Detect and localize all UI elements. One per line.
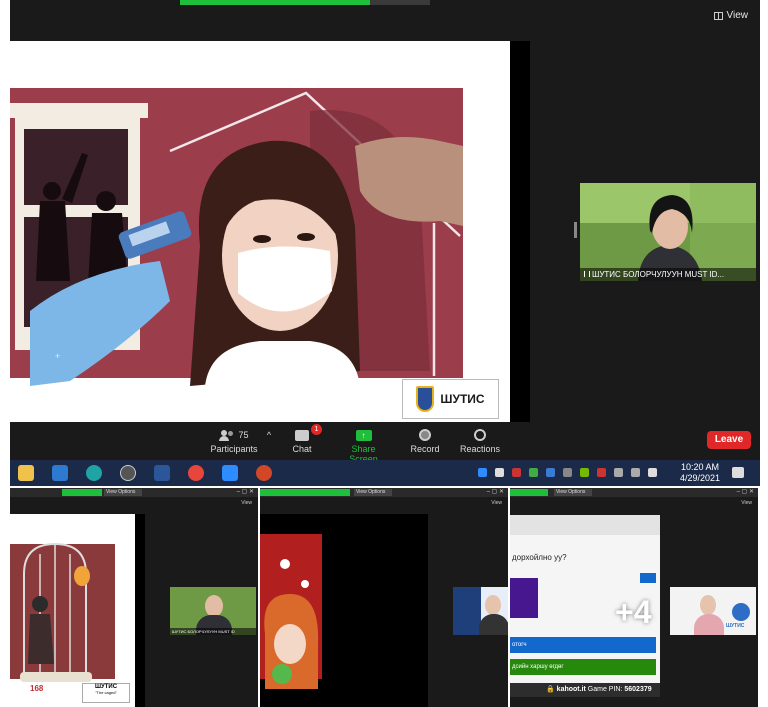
nvidia-icon[interactable] [580, 468, 589, 477]
bluetooth-icon[interactable] [546, 468, 555, 477]
leave-button[interactable]: Leave [707, 431, 751, 449]
signal-bars-icon [584, 271, 590, 277]
chat-button[interactable]: 1 Chat [288, 424, 322, 454]
word-icon[interactable] [154, 465, 170, 481]
thumb-speaker-video: ШУТИС БОЛОРЧУЛУУН MUST ID [170, 587, 256, 635]
chat-icon [295, 429, 309, 441]
powerpoint-icon[interactable] [256, 465, 272, 481]
thumb-logo: ШУТИС "The caged" [82, 683, 130, 703]
window-controls: – ▢ ✕ [736, 489, 754, 495]
star-logo-icon [732, 603, 750, 621]
smiley-plus-icon [474, 429, 486, 441]
window-controls: – ▢ ✕ [486, 489, 504, 495]
lock-icon: 🔒 [546, 686, 555, 693]
reactions-button[interactable]: Reactions [460, 426, 500, 454]
chevron-up-icon: ^ [266, 430, 272, 440]
battery-icon[interactable] [631, 468, 640, 477]
thumb-slide [260, 514, 428, 707]
zoom-icon[interactable] [222, 465, 238, 481]
file-explorer-icon[interactable] [18, 465, 34, 481]
view-button[interactable]: View [713, 10, 748, 21]
window-controls: – ▢ ✕ [236, 489, 254, 495]
grid-view-icon [713, 11, 723, 20]
meeting-toolbar: 75 Participants ^ 1 Chat ↑ Share Screen … [10, 422, 760, 464]
wifi-icon[interactable] [648, 468, 657, 477]
speaker-video[interactable]: ШУТИС БОЛОРЧУЛУУН MUST ID... [580, 183, 756, 281]
thumbnail-screenshot-2: View Options – ▢ ✕ View [260, 488, 508, 707]
thumb-topbar: View Options – ▢ ✕ [260, 488, 508, 497]
chrome-icon[interactable] [188, 465, 204, 481]
edge-browser-icon[interactable] [86, 465, 102, 481]
thumb-speaker-video: ШУТИС [670, 587, 756, 635]
record-button[interactable]: Record [408, 426, 442, 454]
tray-security-icon[interactable] [529, 468, 538, 477]
share-banner[interactable] [180, 0, 430, 5]
shield-logo-icon [416, 386, 435, 412]
tray-app-icon[interactable] [512, 468, 521, 477]
share-screen-button[interactable]: ↑ Share Screen [336, 426, 391, 464]
tray-alert-icon[interactable] [597, 468, 606, 477]
caged-illustration [10, 542, 115, 682]
mail-icon[interactable] [52, 465, 68, 481]
volume-icon[interactable] [614, 468, 623, 477]
tray-mic-icon[interactable] [495, 468, 504, 477]
virus-illustration [260, 534, 322, 689]
kahoot-answer-1[interactable]: отогч [510, 637, 656, 653]
participants-button[interactable]: 75 Participants [204, 426, 264, 454]
svg-text:+: + [55, 351, 60, 361]
kahoot-answer-2[interactable]: дсийн харшу өгдөг [510, 659, 656, 675]
thumb-topbar: View Options – ▢ ✕ [510, 488, 758, 497]
more-images-indicator[interactable]: +4 [615, 594, 651, 631]
participants-menu-caret[interactable]: ^ [263, 430, 275, 440]
dell-icon[interactable] [120, 465, 136, 481]
thumbnail-screenshot-1: View Options – ▢ ✕ View 168 ШУТИС "The c… [10, 488, 258, 707]
thumb-slide: 168 [10, 514, 135, 707]
speaker-name-tag: ШУТИС БОЛОРЧУЛУУН MUST ID... [580, 268, 756, 281]
slide-black-edge [510, 41, 530, 422]
university-logo: ШУТИС [402, 379, 499, 419]
shared-slide: + ШУТИС [10, 41, 530, 422]
taskbar-clock[interactable]: 10:20 AM 4/29/2021 [680, 462, 720, 484]
windows-taskbar: 10:20 AM 4/29/2021 [10, 460, 760, 486]
kahoot-media [510, 578, 538, 618]
speaker-illustration [580, 183, 756, 281]
chat-unread-badge: 1 [311, 424, 322, 435]
participants-icon [219, 429, 235, 441]
tray-settings-icon[interactable] [563, 468, 572, 477]
kahoot-pin-bar: 🔒 kahoot.it Game PIN: 5602379 [510, 683, 660, 697]
record-icon [419, 429, 431, 441]
slide-illustration: + [10, 41, 530, 422]
thumb-topbar: View Options – ▢ ✕ [10, 488, 258, 497]
notifications-icon[interactable] [732, 467, 744, 478]
splitter-handle[interactable] [574, 222, 577, 238]
share-screen-icon: ↑ [355, 429, 372, 441]
tray-zoom-icon[interactable] [478, 468, 487, 477]
zoom-main-window: View + ШУТИС ШУТИС БОЛОРЧУЛУУН MUST ID..… [10, 0, 760, 486]
thumb-speaker-video [453, 587, 508, 635]
